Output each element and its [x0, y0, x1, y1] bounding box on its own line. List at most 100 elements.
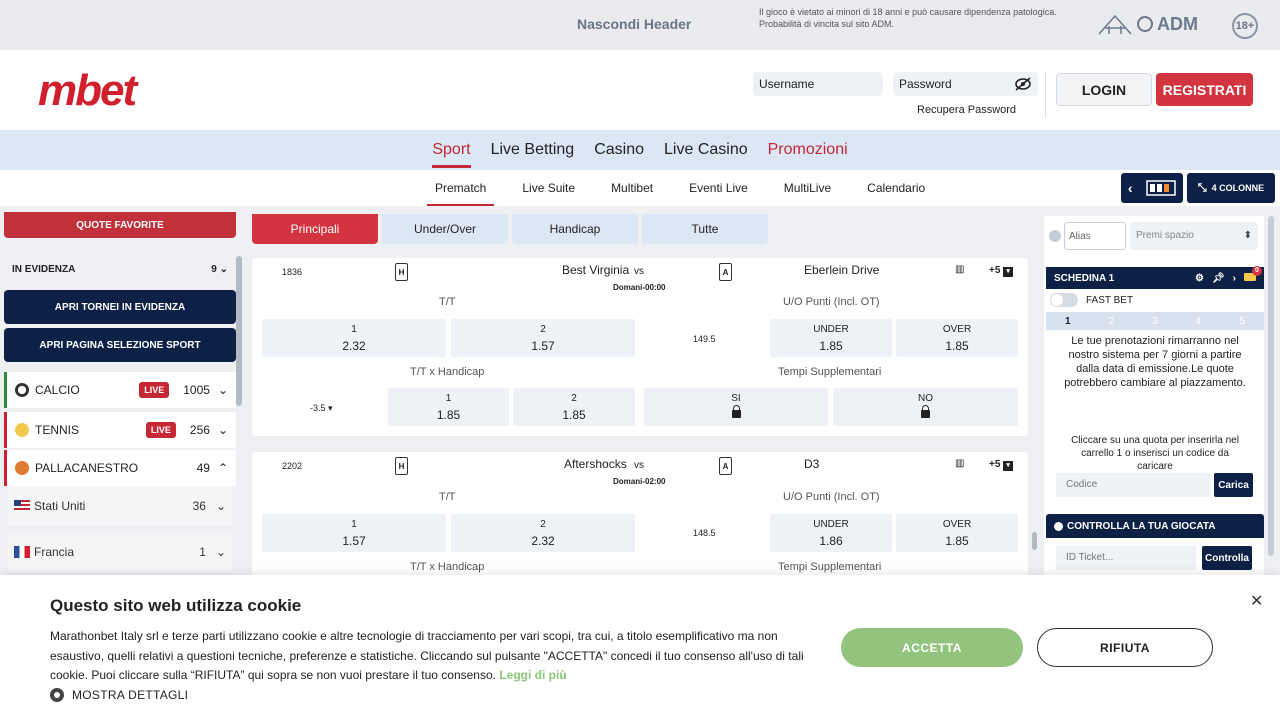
chevron-down-icon[interactable]: ⌄	[220, 264, 228, 275]
odd-button-under[interactable]: UNDER 1.85	[770, 319, 892, 357]
odd-button-over[interactable]: OVER 1.85	[896, 319, 1018, 357]
more-markets[interactable]: +5 ▾	[989, 459, 1014, 471]
nav-promozioni[interactable]: Promozioni	[768, 133, 848, 167]
sport-row-calcio[interactable]: CALCIO LIVE 1005 ⌄	[4, 372, 236, 408]
close-icon[interactable]: ✕	[1250, 591, 1263, 611]
tab-principali[interactable]: Principali	[252, 214, 378, 244]
gear-icon	[50, 688, 64, 702]
open-sport-selection-button[interactable]: APRI PAGINA SELEZIONE SPORT	[4, 328, 236, 362]
premi-select[interactable]: Premi spazio ⬍	[1130, 222, 1258, 250]
odd-button[interactable]: 2 1.57	[451, 319, 635, 357]
handicap-select[interactable]: -3.5 ▾	[310, 403, 333, 414]
betslip-tab-1[interactable]: 1	[1065, 316, 1071, 327]
subnav-prematch[interactable]: Prematch	[427, 171, 495, 206]
right-scrollbar[interactable]	[1268, 216, 1274, 556]
nav-casino[interactable]: Casino	[594, 133, 644, 167]
home-team[interactable]: Aftershocks	[564, 457, 627, 471]
sport-count: 256	[189, 423, 210, 437]
subnav-multilive[interactable]: MultiLive	[776, 171, 839, 205]
chevron-down-icon[interactable]: ⌄	[216, 545, 226, 559]
four-columns-button[interactable]: ⤡ 4 COLONNE	[1187, 173, 1275, 203]
accept-cookies-button[interactable]: ACCETTA	[841, 628, 1023, 667]
betslip-tab-4[interactable]: 4	[1196, 316, 1202, 327]
quote-favorite-button[interactable]: QUOTE FAVORITE	[4, 212, 236, 238]
stats-icon[interactable]: ▥	[955, 264, 964, 275]
show-details-button[interactable]: MOSTRA DETTAGLI	[50, 688, 188, 702]
check-bet-title: CONTROLLA LA TUA GIOCATA	[1067, 520, 1216, 532]
chevron-right-icon[interactable]: ›	[1233, 273, 1236, 284]
stats-icon[interactable]: ▥	[955, 458, 964, 469]
nav-live-casino[interactable]: Live Casino	[664, 133, 748, 167]
in-evidenza-header[interactable]: IN EVIDENZA 9 ⌄	[4, 254, 236, 284]
chevron-down-icon[interactable]: ⌄	[218, 383, 228, 397]
sport-row-tennis[interactable]: TENNIS LIVE 256 ⌄	[4, 412, 236, 448]
load-button[interactable]: Carica	[1214, 473, 1253, 497]
tab-tutte[interactable]: Tutte	[642, 214, 768, 244]
settings-icon[interactable]: ⚙	[1195, 273, 1204, 284]
away-team[interactable]: Eberlein Drive	[804, 263, 879, 277]
subnav-live-suite[interactable]: Live Suite	[514, 171, 583, 205]
recover-password-link[interactable]: Recupera Password	[917, 104, 1016, 116]
dot-icon	[1054, 521, 1063, 531]
betslip-tab-5[interactable]: 5	[1239, 316, 1245, 327]
chevron-down-icon[interactable]: ⌄	[216, 499, 226, 513]
check-bet-header[interactable]: CONTROLLA LA TUA GIOCATA	[1046, 514, 1264, 538]
left-scrollbar[interactable]	[236, 256, 242, 406]
cart-icon[interactable]: 0	[1244, 265, 1262, 284]
tab-handicap[interactable]: Handicap	[512, 214, 638, 244]
odd-button[interactable]: 2 1.85	[513, 388, 635, 426]
betslip-tab-2[interactable]: 2	[1109, 316, 1115, 327]
betslip-tab-3[interactable]: 3	[1152, 316, 1158, 327]
open-featured-tournaments-button[interactable]: APRI TORNEI IN EVIDENZA	[4, 290, 236, 324]
toggle-switch[interactable]	[1050, 293, 1078, 307]
adm-label: ADM	[1157, 13, 1198, 34]
layout-control[interactable]: ‹	[1121, 173, 1183, 203]
hide-header-link[interactable]: Nascondi Header	[577, 16, 691, 32]
subnav-calendario[interactable]: Calendario	[859, 171, 933, 205]
username-input[interactable]: Username	[753, 72, 883, 96]
event-card: 1836 H Best Virginia vs Domani-00:00 A E…	[252, 258, 1028, 436]
password-input[interactable]: Password	[893, 72, 1038, 96]
login-button[interactable]: LOGIN	[1056, 73, 1152, 106]
chevron-left-icon[interactable]: ‹	[1128, 180, 1133, 196]
register-button[interactable]: REGISTRATI	[1156, 73, 1253, 106]
mbet-logo[interactable]: mbet	[38, 66, 137, 116]
more-markets[interactable]: +5 ▾	[989, 265, 1014, 277]
fast-bet-toggle[interactable]: FAST BET	[1050, 293, 1133, 307]
reject-cookies-button[interactable]: RIFIUTA	[1037, 628, 1213, 667]
hide-password-icon[interactable]	[1014, 77, 1032, 91]
code-input[interactable]: Codice	[1056, 473, 1210, 497]
country-row-usa[interactable]: Stati Uniti 36 ⌄	[8, 486, 232, 526]
country-row-francia[interactable]: Francia 1 ⌄	[8, 532, 232, 572]
dropdown-icon[interactable]: ▾	[1003, 461, 1014, 471]
subnav-multibet[interactable]: Multibet	[603, 171, 661, 205]
layout-grid-icon[interactable]	[1146, 180, 1176, 196]
nav-sport[interactable]: Sport	[432, 133, 471, 168]
ticket-id-input[interactable]: ID Ticket...	[1056, 546, 1196, 570]
sort-arrows-icon: ⬍	[1243, 230, 1252, 241]
odd-button[interactable]: 1 1.85	[388, 388, 509, 426]
sport-row-pallacanestro[interactable]: PALLACANESTRO 49 ⌃	[4, 450, 236, 486]
lock-icon	[921, 405, 930, 418]
home-team[interactable]: Best Virginia	[562, 263, 629, 277]
subnav-eventi-live[interactable]: Eventi Live	[681, 171, 756, 205]
chevron-down-icon[interactable]: ⌄	[218, 423, 228, 437]
check-button[interactable]: Controlla	[1202, 546, 1252, 570]
odd-button[interactable]: 1 1.57	[262, 514, 446, 552]
odd-button[interactable]: 1 2.32	[262, 319, 446, 357]
away-team[interactable]: D3	[804, 457, 819, 471]
odd-button-under[interactable]: UNDER 1.86	[770, 514, 892, 552]
info-icon[interactable]	[1049, 230, 1061, 242]
odd-button-over[interactable]: OVER 1.85	[896, 514, 1018, 552]
pin-icon[interactable]: 📌︎	[1212, 273, 1225, 284]
total-line: 149.5	[693, 334, 716, 344]
center-scrollbar[interactable]	[1032, 532, 1037, 550]
tab-under-over[interactable]: Under/Over	[382, 214, 508, 244]
read-more-link[interactable]: Leggi di più	[499, 668, 566, 682]
dropdown-icon[interactable]: ▾	[1003, 267, 1014, 277]
odd-button[interactable]: 2 2.32	[451, 514, 635, 552]
chevron-up-icon[interactable]: ⌃	[218, 461, 228, 475]
nav-live-betting[interactable]: Live Betting	[491, 133, 575, 167]
alias-input[interactable]: Alias	[1064, 222, 1126, 250]
click-info-text: Cliccare su una quota per inserirla nel …	[1071, 435, 1239, 472]
